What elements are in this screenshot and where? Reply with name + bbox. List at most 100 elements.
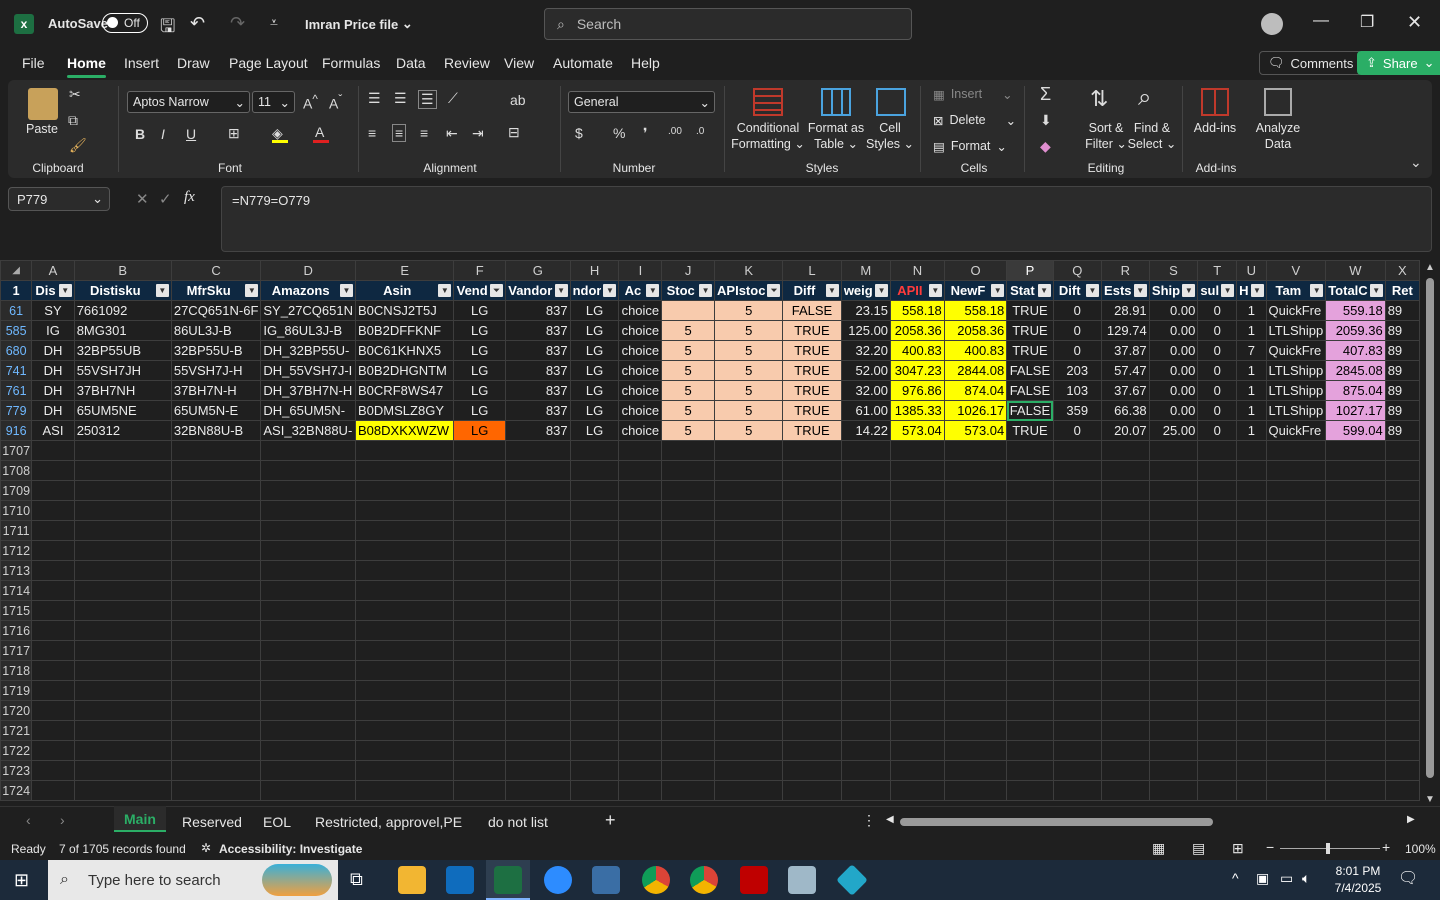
grid-cell[interactable] [618, 600, 663, 621]
grid-cell[interactable] [714, 760, 784, 781]
grid-cell[interactable] [1265, 500, 1327, 521]
grid-cell[interactable] [1236, 620, 1267, 641]
increase-indent-icon[interactable]: ⇥ [472, 125, 484, 142]
grid-cell[interactable] [569, 660, 620, 681]
grid-cell[interactable]: 66.38 [1100, 400, 1150, 421]
grid-cell[interactable] [782, 780, 842, 801]
grid-cell[interactable]: 28.91 [1100, 300, 1150, 321]
grid-cell[interactable] [1197, 540, 1238, 561]
grid-cell[interactable] [453, 700, 506, 721]
grid-cell[interactable] [1265, 560, 1327, 581]
grid-cell[interactable] [1236, 440, 1267, 461]
grid-cell[interactable] [890, 680, 945, 701]
grid-cell[interactable]: 5 [714, 380, 784, 401]
align-middle-icon[interactable]: ☰ [394, 90, 407, 107]
grid-cell[interactable]: 32.00 [840, 380, 892, 401]
row-number[interactable]: 1712 [0, 540, 33, 561]
grid-cell[interactable]: B08DXKXWZW [355, 420, 455, 441]
grid-cell[interactable] [31, 500, 75, 521]
grid-cell[interactable] [714, 500, 784, 521]
grid-cell[interactable] [840, 660, 892, 681]
filter-active-icon[interactable]: ⏷ [489, 284, 503, 297]
grid-cell[interactable] [31, 660, 75, 681]
sheet-tab-main[interactable]: Main [124, 811, 156, 827]
column-header[interactable]: M [840, 260, 892, 281]
tab-file[interactable]: File [22, 55, 45, 71]
grid-cell[interactable] [840, 500, 892, 521]
grid-cell[interactable] [890, 620, 945, 641]
grid-cell[interactable] [782, 440, 842, 461]
grid-cell[interactable] [714, 640, 784, 661]
column-header[interactable]: A [31, 260, 75, 281]
undo-icon[interactable]: ↶ [190, 13, 205, 34]
grid-cell[interactable] [355, 520, 455, 541]
tab-automate[interactable]: Automate [553, 55, 613, 71]
grid-cell[interactable]: 65UM5N-E [170, 400, 262, 421]
grid-cell[interactable]: LG [453, 300, 506, 321]
sheet-tab-restricted[interactable]: Restricted, approvel,PE [315, 814, 462, 830]
table-header-cell[interactable]: Dis ▼ [31, 280, 75, 301]
grid-cell[interactable]: 1027.17 [1325, 400, 1386, 421]
grid-cell[interactable] [453, 760, 506, 781]
save-icon[interactable]: 🖫 [160, 14, 175, 44]
align-right-icon[interactable]: ≡ [420, 125, 428, 141]
grid-cell[interactable] [170, 560, 262, 581]
filter-dropdown-icon[interactable]: ▼ [1037, 284, 1051, 297]
tab-view[interactable]: View [504, 55, 534, 71]
grid-cell[interactable] [840, 640, 892, 661]
grid-cell[interactable] [618, 480, 663, 501]
grid-cell[interactable] [890, 520, 945, 541]
table-header-cell[interactable]: MfrSku ▼ [170, 280, 262, 301]
grid-cell[interactable]: 0.00 [1148, 320, 1199, 341]
grid-cell[interactable] [569, 600, 620, 621]
grid-cell[interactable] [714, 460, 784, 481]
grid-cell[interactable] [453, 580, 506, 601]
grid-cell[interactable] [782, 480, 842, 501]
grid-cell[interactable] [1265, 640, 1327, 661]
grid-cell[interactable] [714, 700, 784, 721]
grid-cell[interactable] [1197, 640, 1238, 661]
grid-cell[interactable] [782, 520, 842, 541]
grid-cell[interactable] [453, 560, 506, 581]
align-left-icon[interactable]: ≡ [368, 125, 376, 141]
grid-cell[interactable]: 2059.36 [1325, 320, 1386, 341]
grid-cell[interactable] [73, 740, 172, 761]
grid-cell[interactable]: TRUE [782, 400, 842, 421]
grid-cell[interactable] [1384, 600, 1420, 621]
table-header-cell[interactable]: Stoc ▼ [661, 280, 716, 301]
grid-cell[interactable] [714, 520, 784, 541]
tab-formulas[interactable]: Formulas [322, 55, 380, 71]
table-header-cell[interactable]: Diff ▼ [782, 280, 842, 301]
filter-active-icon[interactable]: ⏷ [767, 284, 781, 297]
spreadsheet-grid[interactable]: ◢ A B C D E F G H I J K L M N O P Q R S T U V W X 1 Dis ▼ Distisku ▼ M… [0, 260, 1420, 806]
grid-cell[interactable]: 5 [714, 400, 784, 421]
grid-cell[interactable] [1236, 460, 1267, 481]
column-header[interactable]: S [1148, 260, 1199, 281]
cell-styles-button[interactable]: Cell Styles ⌄ [866, 120, 914, 152]
add-sheet-icon[interactable]: + [605, 810, 616, 831]
grid-cell[interactable] [73, 440, 172, 461]
grid-cell[interactable] [170, 540, 262, 561]
grid-cell[interactable] [1100, 740, 1150, 761]
filter-dropdown-icon[interactable]: ▼ [825, 284, 839, 297]
grid-cell[interactable] [1236, 500, 1267, 521]
table-header-cell[interactable]: Ests ▼ [1100, 280, 1150, 301]
grid-cell[interactable] [1384, 520, 1420, 541]
filter-dropdown-icon[interactable]: ▼ [438, 284, 452, 297]
grid-cell[interactable] [1148, 600, 1199, 621]
grid-cell[interactable] [355, 600, 455, 621]
filter-dropdown-icon[interactable]: ▼ [554, 284, 568, 297]
grid-cell[interactable] [943, 500, 1008, 521]
grid-cell[interactable]: 14.22 [840, 420, 892, 441]
grid-cell[interactable] [782, 460, 842, 481]
grid-cell[interactable]: 0 [1197, 420, 1238, 441]
font-color-icon[interactable]: A [315, 124, 324, 140]
grid-cell[interactable] [1148, 480, 1199, 501]
grid-cell[interactable] [782, 660, 842, 681]
grid-cell[interactable]: TRUE [1006, 300, 1054, 321]
grid-cell[interactable]: 32BN88U-B [170, 420, 262, 441]
grid-cell[interactable]: 976.86 [890, 380, 945, 401]
grid-cell[interactable] [73, 520, 172, 541]
row-number[interactable]: 1707 [0, 440, 33, 461]
grid-cell[interactable] [170, 780, 262, 801]
